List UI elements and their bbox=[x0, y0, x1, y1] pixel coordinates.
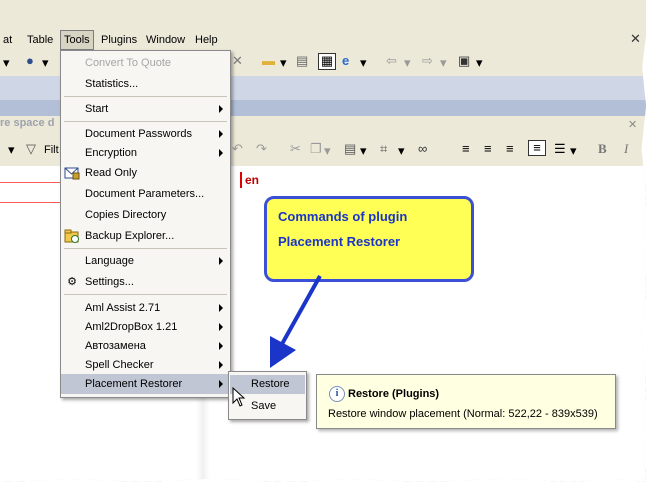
chevron-down-icon[interactable]: ▾ bbox=[42, 56, 49, 70]
paste-icon[interactable]: ▤ bbox=[344, 142, 356, 156]
close-icon[interactable]: ✕ bbox=[630, 31, 641, 47]
windows-icon[interactable]: ▣ bbox=[458, 54, 470, 68]
menu-item-backup-explorer[interactable]: Backup Explorer... bbox=[61, 226, 230, 246]
menu-table[interactable]: Table bbox=[24, 32, 56, 48]
menu-help[interactable]: Help bbox=[192, 32, 221, 48]
chevron-down-icon[interactable]: ▾ bbox=[398, 144, 405, 158]
callout-line-1: Commands of plugin bbox=[278, 209, 408, 224]
submenu-arrow-icon bbox=[219, 304, 223, 312]
align-right-icon[interactable]: ≡ bbox=[506, 142, 514, 156]
menu-item-read-only[interactable]: Read Only bbox=[61, 163, 230, 183]
chevron-down-icon[interactable]: ▾ bbox=[440, 56, 447, 70]
copy-icon[interactable]: ❐ bbox=[310, 142, 322, 156]
menu-bar: at Table Tools Plugins Window Help ✕ bbox=[0, 28, 646, 50]
tooltip-body: Restore window placement (Normal: 522,22… bbox=[328, 408, 598, 420]
notepad-icon[interactable]: ▦ bbox=[318, 53, 336, 70]
dropdown-arrow-icon[interactable]: ▾ bbox=[3, 56, 10, 70]
language-marker: en bbox=[245, 173, 260, 187]
binoculars-icon[interactable]: ∞ bbox=[418, 142, 427, 156]
folder-icon[interactable]: ▬ bbox=[262, 54, 275, 68]
menu-item-spell-checker[interactable]: Spell Checker bbox=[61, 355, 230, 375]
menu-window[interactable]: Window bbox=[143, 32, 188, 48]
clipboard-icon[interactable]: ▤ bbox=[296, 54, 308, 68]
connector-icon[interactable]: ⌗ bbox=[380, 142, 387, 156]
menu-item-placement-restorer[interactable]: Placement Restorer bbox=[61, 374, 230, 394]
line-spacing-icon[interactable]: ☰ bbox=[554, 142, 566, 156]
chevron-down-icon[interactable]: ▾ bbox=[570, 144, 577, 158]
submenu-arrow-icon bbox=[219, 130, 223, 138]
chevron-down-icon[interactable]: ▾ bbox=[360, 144, 367, 158]
menu-separator bbox=[64, 248, 227, 249]
menu-tools[interactable]: Tools bbox=[60, 30, 94, 50]
annotation-callout: Commands of plugin Placement Restorer bbox=[264, 196, 474, 282]
menu-separator bbox=[64, 121, 227, 122]
menu-item-start[interactable]: Start bbox=[61, 99, 230, 119]
submenu-arrow-icon bbox=[219, 257, 223, 265]
menu-item-aml-assist[interactable]: Aml Assist 2.71 bbox=[61, 298, 230, 318]
menu-item-encryption[interactable]: Encryption bbox=[61, 143, 230, 163]
settings-icon: ⚙ bbox=[67, 276, 77, 288]
submenu-arrow-icon bbox=[219, 105, 223, 113]
undo-icon[interactable]: ↶ bbox=[232, 142, 243, 156]
tooltip: i Restore (Plugins) Restore window place… bbox=[316, 374, 616, 429]
chevron-down-icon[interactable]: ▾ bbox=[476, 56, 483, 70]
bold-button[interactable]: B bbox=[598, 142, 607, 156]
menu-plugins[interactable]: Plugins bbox=[98, 32, 140, 48]
annotation-arrow bbox=[270, 275, 322, 368]
chevron-down-icon[interactable]: ▾ bbox=[404, 56, 411, 70]
chevron-down-icon[interactable]: ▾ bbox=[360, 56, 367, 70]
callout-line-2: Placement Restorer bbox=[278, 234, 401, 249]
red-line bbox=[0, 182, 60, 183]
text-cursor bbox=[240, 172, 242, 188]
menu-item-autoreplace[interactable]: Автозамена bbox=[61, 336, 230, 356]
delete-icon[interactable]: ✕ bbox=[232, 54, 243, 68]
menu-item-language[interactable]: Language bbox=[61, 251, 230, 271]
menu-format[interactable]: at bbox=[0, 32, 15, 48]
chevron-down-icon[interactable]: ▾ bbox=[324, 144, 331, 158]
italic-button[interactable]: I bbox=[624, 142, 628, 156]
menu-item-copies-directory[interactable]: Copies Directory bbox=[61, 205, 230, 225]
folder-clock-icon bbox=[64, 228, 80, 244]
submenu-arrow-icon bbox=[219, 361, 223, 369]
filter-label[interactable]: Filt bbox=[44, 144, 59, 156]
info-icon: i bbox=[329, 386, 345, 402]
document-tab[interactable]: re space d bbox=[0, 117, 54, 131]
chevron-down-icon[interactable]: ▾ bbox=[280, 56, 287, 70]
menu-separator bbox=[64, 294, 227, 295]
red-line bbox=[0, 202, 60, 203]
tools-menu: Convert To Quote Statistics... Start Doc… bbox=[60, 50, 231, 398]
justify-icon[interactable]: ≡ bbox=[528, 140, 546, 156]
menu-separator bbox=[64, 96, 227, 97]
submenu-arrow-icon bbox=[219, 342, 223, 350]
submenu-arrow-icon bbox=[219, 149, 223, 157]
forward-icon[interactable]: ⇨ bbox=[422, 54, 433, 68]
menu-item-document-parameters[interactable]: Document Parameters... bbox=[61, 184, 230, 204]
menu-item-settings[interactable]: ⚙ Settings... bbox=[61, 272, 230, 292]
tooltip-title: Restore (Plugins) bbox=[348, 388, 440, 400]
menu-item-aml2dropbox[interactable]: Aml2DropBox 1.21 bbox=[61, 317, 230, 337]
chevron-down-icon[interactable]: ▾ bbox=[8, 143, 15, 157]
back-icon[interactable]: ⇦ bbox=[386, 54, 397, 68]
align-left-icon[interactable]: ≡ bbox=[462, 142, 470, 156]
submenu-arrow-icon bbox=[219, 323, 223, 331]
redo-icon[interactable]: ↷ bbox=[256, 142, 267, 156]
globe-icon[interactable]: ● bbox=[26, 54, 34, 68]
menu-item-document-passwords[interactable]: Document Passwords bbox=[61, 124, 230, 144]
submenu-arrow-icon bbox=[219, 380, 223, 388]
mouse-cursor-icon bbox=[232, 387, 246, 407]
envelope-lock-icon bbox=[64, 165, 80, 181]
filter-icon[interactable]: ▽ bbox=[26, 142, 36, 156]
cut-icon[interactable]: ✂ bbox=[290, 142, 301, 156]
menu-item-convert-to-quote[interactable]: Convert To Quote bbox=[61, 53, 230, 73]
menu-item-statistics[interactable]: Statistics... bbox=[61, 74, 230, 94]
browser-icon[interactable]: e bbox=[342, 54, 349, 68]
align-center-icon[interactable]: ≡ bbox=[484, 142, 492, 156]
close-tab-icon[interactable]: ✕ bbox=[628, 118, 637, 131]
